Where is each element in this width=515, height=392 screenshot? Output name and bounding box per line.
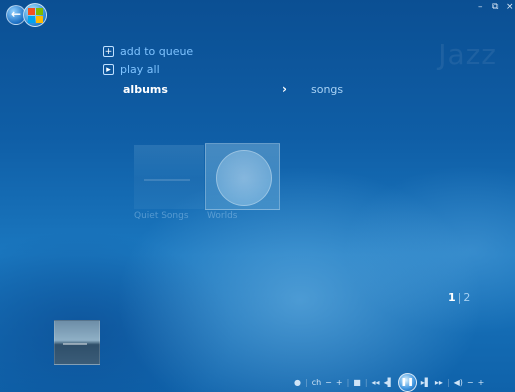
disc-art-icon xyxy=(216,150,272,206)
record-icon[interactable]: ● xyxy=(294,378,301,387)
stop-icon[interactable]: ■ xyxy=(353,378,361,387)
transport-bar: ● | ch − + | ■ | ◂◂ ◂▌ ❚❚ ▸▌ ▸▸ | ◀) − + xyxy=(294,372,485,392)
volume-icon[interactable]: ◀) xyxy=(454,378,463,387)
total-pages[interactable]: 2 xyxy=(463,291,470,304)
next-track-icon[interactable]: ▸▌ xyxy=(421,378,431,387)
previous-track-icon[interactable]: ◂▌ xyxy=(384,378,394,387)
restore-button[interactable]: ⧉ xyxy=(492,2,498,12)
channel-down-button[interactable]: − xyxy=(325,378,332,387)
page-indicator: 1 | 2 xyxy=(448,291,471,304)
rewind-icon[interactable]: ◂◂ xyxy=(372,378,380,387)
album-title: Quiet Songs xyxy=(134,211,189,221)
genre-watermark: Jazz xyxy=(438,38,497,71)
play-all-button[interactable]: ▸ play all xyxy=(103,62,160,77)
channel-label: ch xyxy=(311,377,322,387)
add-to-queue-label: add to queue xyxy=(120,45,194,58)
album-title: Worlds xyxy=(207,211,238,221)
breadcrumb-arrow-icon: › xyxy=(282,82,287,96)
breadcrumb-albums[interactable]: albums xyxy=(123,83,168,96)
volume-down-button[interactable]: − xyxy=(467,378,474,387)
album-art-worlds[interactable] xyxy=(205,143,280,210)
back-arrow-icon: ← xyxy=(10,7,22,21)
play-icon: ▸ xyxy=(103,64,114,75)
now-playing-thumbnail[interactable] xyxy=(54,320,100,365)
fast-forward-icon[interactable]: ▸▸ xyxy=(435,378,443,387)
breadcrumb-songs[interactable]: songs xyxy=(311,83,343,96)
plus-icon: + xyxy=(103,46,114,57)
volume-up-button[interactable]: + xyxy=(478,378,485,387)
windows-start-orb-icon xyxy=(28,8,35,15)
current-page: 1 xyxy=(448,291,456,304)
close-button[interactable]: × xyxy=(506,2,514,12)
play-all-label: play all xyxy=(120,63,160,76)
play-pause-button[interactable]: ❚❚ xyxy=(397,372,417,392)
windows-start-button[interactable] xyxy=(23,3,47,27)
album-art-quiet-songs[interactable] xyxy=(134,145,204,209)
add-to-queue-button[interactable]: + add to queue xyxy=(103,44,193,59)
channel-up-button[interactable]: + xyxy=(336,378,343,387)
minimize-button[interactable]: – xyxy=(478,2,483,12)
